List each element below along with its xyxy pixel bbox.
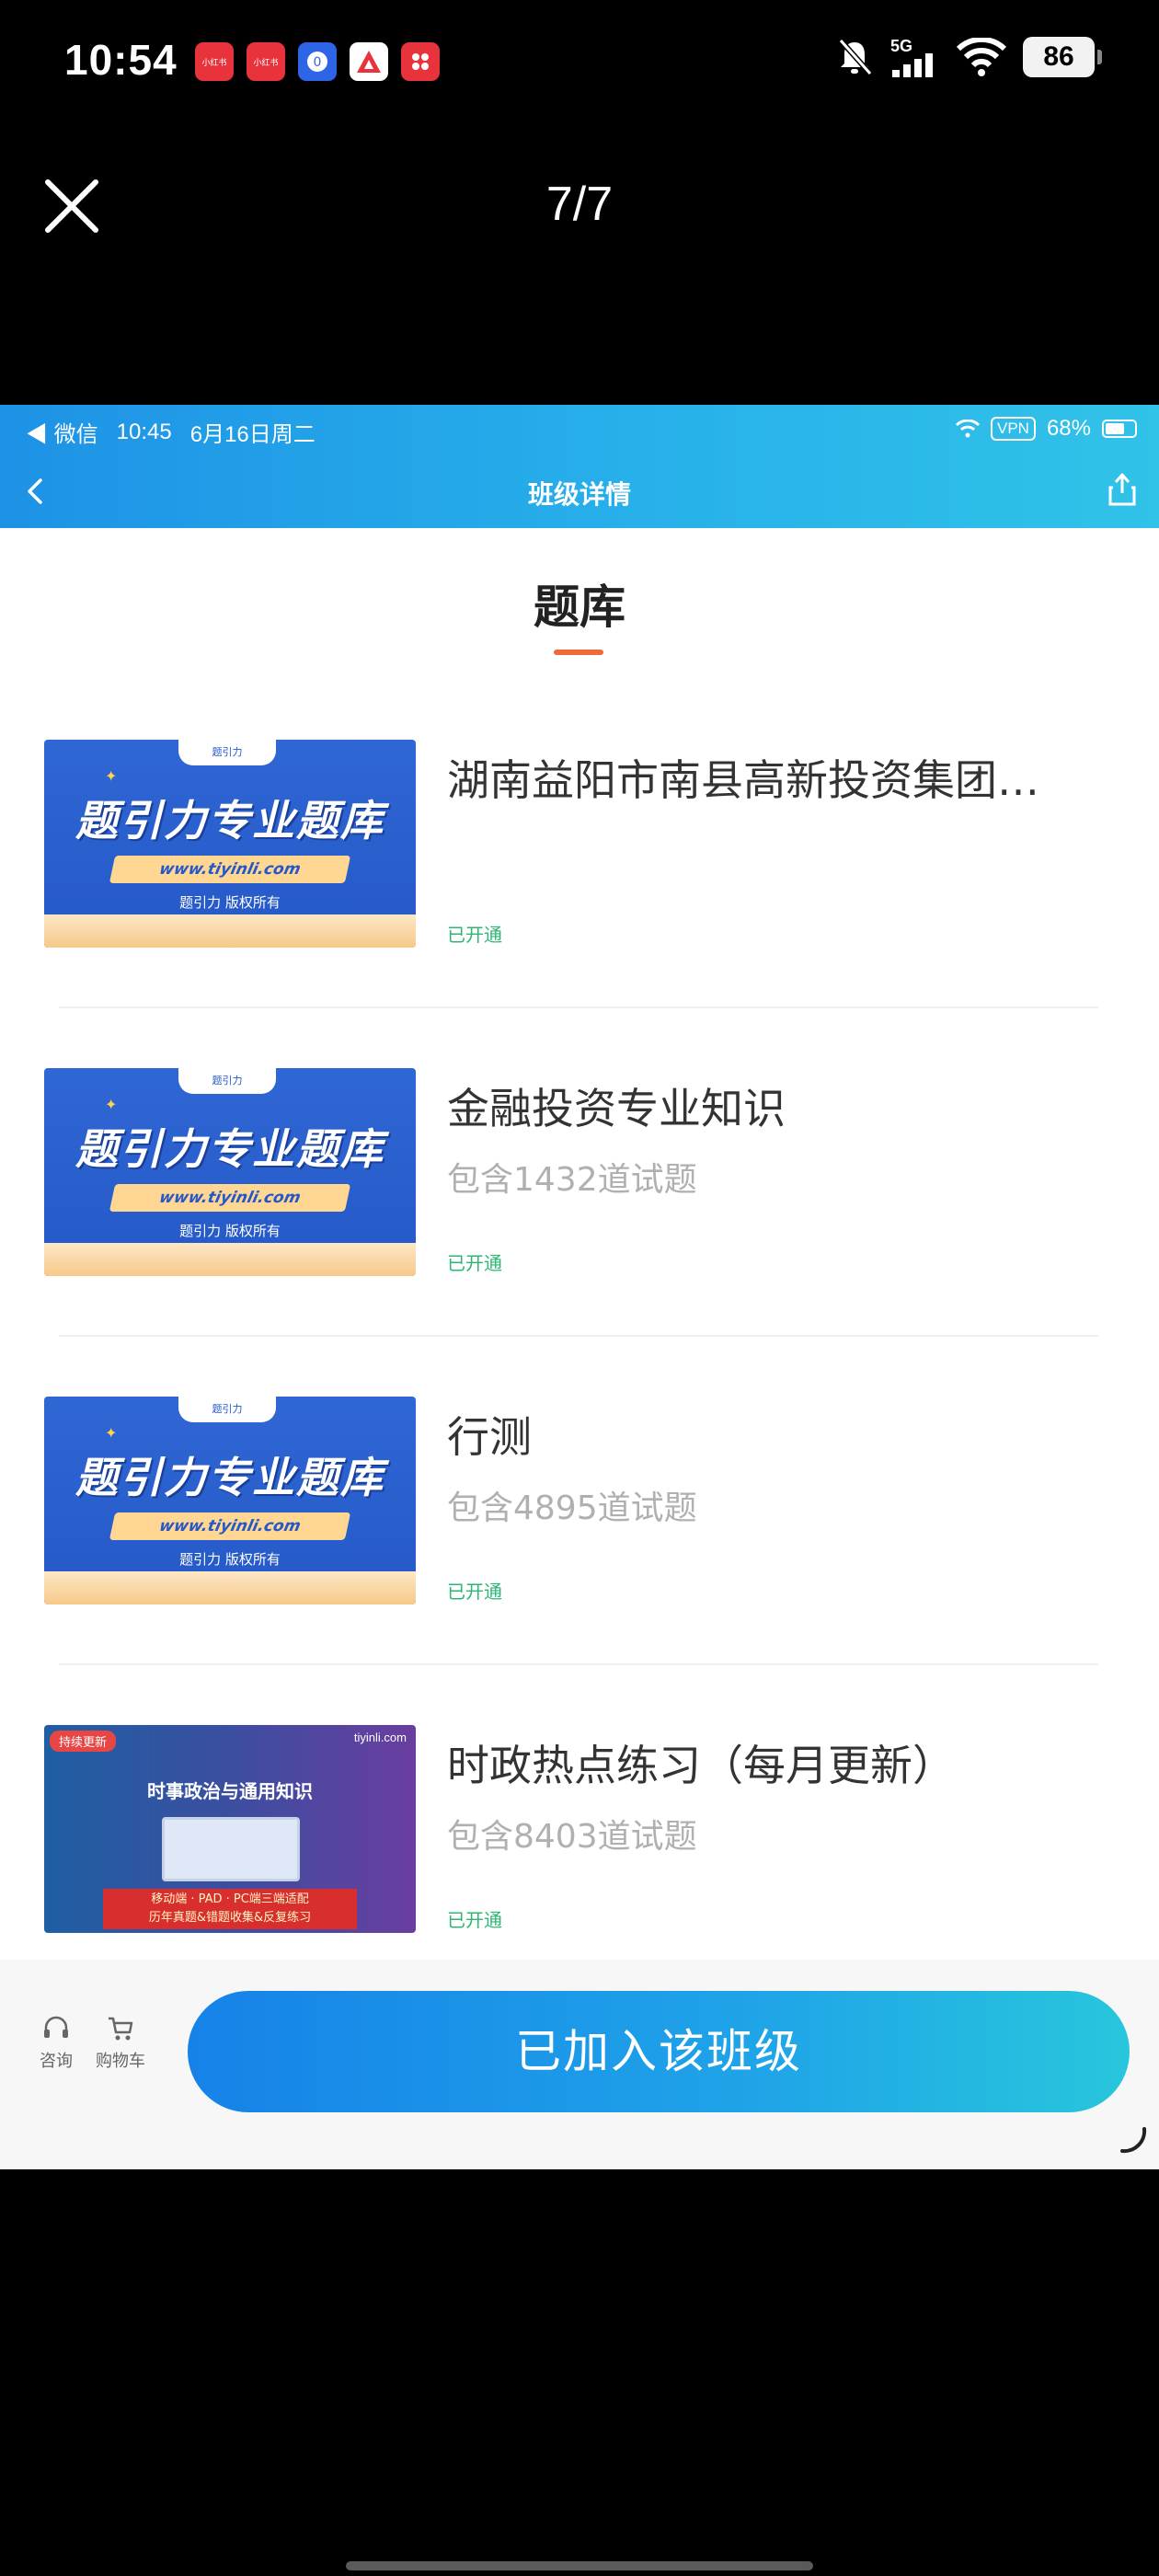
shield-app-icon: 0 — [298, 42, 337, 81]
cart-button[interactable]: 购物车 — [88, 2015, 153, 2072]
divider — [59, 1006, 1098, 1008]
item-title: 湖南益阳市南县高新投资集团… — [447, 755, 1039, 805]
item-status: 已开通 — [447, 1909, 502, 1931]
question-bank-item[interactable]: 题引力 ✦ 题引力专业题库 www.tiyinli.com 题引力 版权所有 湖… — [0, 740, 1159, 1068]
battery-indicator: 86 — [1023, 37, 1102, 77]
inner-time: 10:45 — [116, 419, 172, 444]
item-status: 已开通 — [447, 924, 502, 946]
question-bank-item[interactable]: 题引力 ✦ 题引力专业题库 www.tiyinli.com 题引力 版权所有 行… — [0, 1397, 1159, 1725]
wifi-icon — [955, 420, 980, 438]
item-status: 已开通 — [447, 1581, 502, 1603]
item-status: 已开通 — [447, 1252, 502, 1274]
class-detail-header: ◀ 微信 10:45 6月16日周二 VPN 68% 班级详情 — [0, 405, 1159, 528]
battery-icon — [1102, 420, 1137, 438]
status-time: 10:54 — [64, 36, 178, 84]
status-bar: 10:54 小红书 小红书 0 5G 86 — [0, 0, 1159, 120]
page-counter: 7/7 — [545, 178, 614, 231]
wifi-icon — [957, 38, 1006, 76]
status-indicators: 5G 86 — [835, 37, 1102, 77]
cellular-signal-icon: 5G — [890, 37, 940, 77]
bottom-action-bar: 咨询 购物车 已加入该班级 — [0, 1960, 1159, 2169]
divider — [59, 1663, 1098, 1665]
item-title: 金融投资专业知识 — [447, 1084, 786, 1133]
star-icon: ✦ — [105, 767, 118, 785]
joined-class-button[interactable]: 已加入该班级 — [188, 1991, 1130, 2112]
divider — [59, 1335, 1098, 1337]
question-bank-thumbnail: 题引力 ✦ 题引力专业题库 www.tiyinli.com 题引力 版权所有 — [44, 740, 416, 948]
item-title: 时政热点练习（每月更新） — [447, 1741, 955, 1790]
star-icon: ✦ — [105, 1096, 118, 1113]
question-bank-thumbnail: 题引力 ✦ 题引力专业题库 www.tiyinli.com 题引力 版权所有 — [44, 1397, 416, 1604]
inner-status-bar: ◀ 微信 10:45 6月16日周二 — [26, 416, 316, 448]
screenshot-image: ◀ 微信 10:45 6月16日周二 VPN 68% 班级详情 题库 题引力 ✦… — [0, 405, 1159, 2169]
item-title: 行测 — [447, 1412, 532, 1462]
share-icon — [1108, 473, 1136, 506]
item-subtitle: 包含1432道试题 — [447, 1161, 697, 1199]
consult-button[interactable]: 咨询 — [24, 2015, 88, 2072]
share-button[interactable] — [1106, 471, 1139, 508]
xiaohongshu-app-icon: 小红书 — [247, 42, 285, 81]
question-bank-thumbnail: 题引力 ✦ 题引力专业题库 www.tiyinli.com 题引力 版权所有 — [44, 1068, 416, 1276]
xiaohongshu-app-icon: 小红书 — [195, 42, 234, 81]
inner-status-indicators: VPN 68% — [955, 416, 1137, 442]
question-bank-item[interactable]: 题引力 ✦ 题引力专业题库 www.tiyinli.com 题引力 版权所有 金… — [0, 1068, 1159, 1397]
mute-bell-icon — [838, 39, 873, 75]
page-title: 班级详情 — [527, 479, 631, 510]
item-subtitle: 包含4895道试题 — [447, 1489, 697, 1527]
headset-icon — [44, 2016, 68, 2038]
current-affairs-thumbnail: 持续更新 tiyinli.com 时事政治与通用知识 移动端 · PAD · P… — [44, 1725, 416, 1933]
notification-app-icons: 小红书 小红书 0 — [195, 42, 440, 81]
cart-icon — [109, 2017, 133, 2041]
loading-spinner-icon — [1120, 2127, 1147, 2154]
inner-back-app: ◀ 微信 — [26, 422, 98, 447]
inner-date: 6月16日周二 — [189, 422, 316, 447]
item-subtitle: 包含8403道试题 — [447, 1818, 697, 1856]
triangle-app-icon — [350, 42, 388, 81]
svg-text:0: 0 — [314, 55, 322, 70]
home-indicator[interactable] — [346, 2561, 813, 2570]
pattern-app-icon — [401, 42, 440, 81]
laptop-icon — [162, 1817, 300, 1881]
vpn-badge: VPN — [990, 417, 1036, 441]
section-title: 题库 — [534, 581, 625, 634]
section-underline — [554, 650, 603, 655]
inner-battery-percent: 68% — [1046, 416, 1091, 441]
star-icon: ✦ — [105, 1424, 118, 1442]
